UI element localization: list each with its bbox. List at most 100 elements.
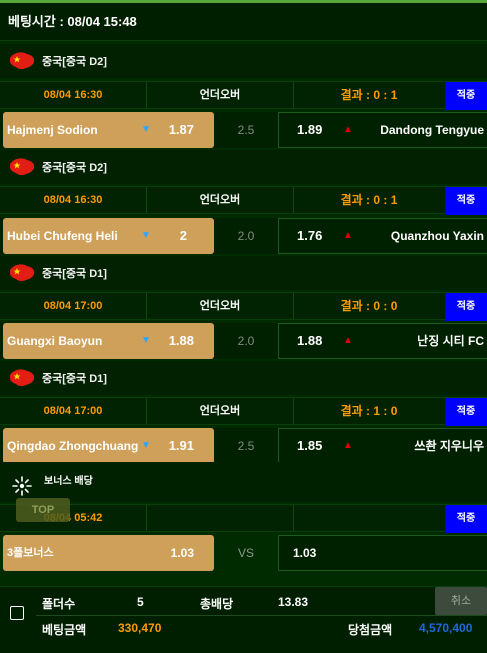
home-bet-cell[interactable]: Hubei Chufeng Heli ▼ 2 (3, 218, 214, 254)
home-bet-cell[interactable]: Hajmenj Sodion ▼ 1.87 (3, 112, 214, 148)
bet-type: 언더오버 (199, 405, 241, 417)
select-checkbox[interactable] (10, 606, 24, 620)
total-odds-label: 총배당 (200, 597, 234, 611)
match-info-row: 08/04 16:30 언더오버 결과 : 0 : 1 적중 (0, 81, 487, 110)
away-bet-cell[interactable]: 1.89 ▲ Dandong Tengyue (278, 112, 487, 148)
china-flag-icon (10, 264, 35, 282)
arrow-up-icon: ▲ (343, 440, 353, 451)
arrow-down-icon: ▼ (141, 335, 151, 346)
apply-status-button[interactable]: 적중 (445, 82, 487, 110)
league-header: 중국[중국 D2] (0, 150, 487, 184)
home-odds: 1.91 (168, 438, 194, 453)
home-team: Hubei Chufeng Heli (7, 229, 118, 243)
match-result: 결과 : 1 : 0 (340, 404, 398, 418)
bonus-home-odds: 1.03 (170, 546, 194, 560)
bonus-away-odds: 1.03 (293, 546, 317, 560)
arrow-up-icon: ▲ (343, 124, 353, 135)
vs-label: VS (237, 546, 254, 560)
league-header: 중국[중국 D2] (0, 44, 487, 78)
divider (146, 505, 147, 531)
bet-type: 언더오버 (199, 300, 241, 312)
bonus-label: 보너스 배당 (44, 476, 93, 487)
china-flag-icon (10, 158, 35, 176)
away-odds: 1.89 (297, 122, 323, 137)
win-amount-value: 4,570,400 (419, 621, 473, 635)
match-date: 08/04 16:30 (43, 89, 103, 101)
away-odds: 1.88 (297, 333, 323, 348)
bonus-header: 보너스 배당 (0, 462, 487, 502)
divider (293, 505, 294, 531)
home-odds: 2 (179, 228, 187, 243)
apply-status-button[interactable]: 적중 (445, 293, 487, 321)
away-team: Quanzhou Yaxin (390, 229, 484, 243)
away-bet-cell[interactable]: 1.85 ▲ 쓰촨 지우니우 (278, 428, 487, 464)
bet-slip-footer: 폴더수 5 총배당 13.83 취소 베팅금액 330,470 당첨금액 4,5… (0, 586, 487, 653)
league-header: 중국[중국 D1] (0, 256, 487, 290)
handicap-value: 2.0 (237, 334, 255, 348)
match-info-row: 08/04 16:30 언더오버 결과 : 0 : 1 적중 (0, 186, 487, 215)
sparkle-icon (12, 476, 32, 496)
handicap-value: 2.0 (237, 229, 255, 243)
bet-type: 언더오버 (199, 89, 241, 101)
home-bet-cell[interactable]: Guangxi Baoyun ▼ 1.88 (3, 323, 214, 359)
league-name: 중국[중국 D2] (42, 56, 107, 68)
away-odds: 1.85 (297, 438, 323, 453)
bonus-info-row: 08/04 05:42 적중 (0, 504, 487, 533)
arrow-down-icon: ▼ (141, 440, 151, 451)
home-odds: 1.88 (168, 333, 194, 348)
match-info-row: 08/04 17:00 언더오버 결과 : 1 : 0 적중 (0, 397, 487, 426)
match-date: 08/04 17:00 (43, 300, 103, 312)
bonus-home-label: 3폴보너스 (7, 547, 54, 559)
match-info-row: 08/04 17:00 언더오버 결과 : 0 : 0 적중 (0, 292, 487, 321)
arrow-down-icon: ▼ (141, 124, 151, 135)
home-team: Guangxi Baoyun (7, 334, 103, 348)
bet-type: 언더오버 (199, 194, 241, 206)
total-odds-value: 13.83 (278, 595, 309, 609)
home-team: Qingdao Zhongchuang (7, 439, 139, 453)
match-date: 08/04 16:30 (43, 194, 103, 206)
home-team: Hajmenj Sodion (7, 123, 98, 137)
home-odds: 1.87 (168, 122, 194, 137)
home-bet-cell[interactable]: Qingdao Zhongchuang ▼ 1.91 (3, 428, 214, 464)
odds-row: Hubei Chufeng Heli ▼ 2 2.0 1.76 ▲ Quanzh… (0, 218, 487, 254)
apply-status-button[interactable]: 적중 (445, 398, 487, 426)
arrow-up-icon: ▲ (343, 230, 353, 241)
folder-count-label: 폴더수 (42, 597, 76, 611)
odds-row: Hajmenj Sodion ▼ 1.87 2.5 1.89 ▲ Dandong… (0, 112, 487, 148)
win-amount-label: 당첨금액 (348, 623, 393, 637)
bonus-away-cell[interactable]: 1.03 (278, 535, 487, 571)
odds-row: Qingdao Zhongchuang ▼ 1.91 2.5 1.85 ▲ 쓰촨… (0, 428, 487, 464)
china-flag-icon (10, 52, 35, 70)
apply-status-button[interactable]: 적중 (445, 187, 487, 215)
divider (36, 615, 487, 616)
league-name: 중국[중국 D1] (42, 373, 107, 385)
away-team: Dandong Tengyue (380, 123, 484, 137)
scroll-top-button[interactable]: TOP (16, 498, 70, 522)
away-bet-cell[interactable]: 1.76 ▲ Quanzhou Yaxin (278, 218, 487, 254)
league-name: 중국[중국 D2] (42, 162, 107, 174)
cancel-button[interactable]: 취소 (435, 587, 487, 615)
bet-time: 베팅시간 : 08/04 15:48 (0, 3, 487, 41)
arrow-down-icon: ▼ (141, 230, 151, 241)
away-team: 난징 시티 FC (417, 334, 484, 348)
handicap-value: 2.5 (237, 439, 255, 453)
handicap-value: 2.5 (237, 123, 255, 137)
match-result: 결과 : 0 : 0 (340, 299, 398, 313)
odds-row: Guangxi Baoyun ▼ 1.88 2.0 1.88 ▲ 난징 시티 F… (0, 323, 487, 359)
bonus-odds-row: 3폴보너스 1.03 VS 1.03 (0, 535, 487, 571)
away-bet-cell[interactable]: 1.88 ▲ 난징 시티 FC (278, 323, 487, 359)
bonus-home-cell[interactable]: 3폴보너스 1.03 (3, 535, 214, 571)
league-name: 중국[중국 D1] (42, 268, 107, 280)
folder-count-value: 5 (137, 595, 144, 609)
apply-status-button[interactable]: 적중 (445, 505, 487, 533)
china-flag-icon (10, 369, 35, 387)
bet-amount-label: 베팅금액 (42, 623, 87, 637)
match-result: 결과 : 0 : 1 (340, 88, 398, 102)
match-date: 08/04 17:00 (43, 405, 103, 417)
arrow-up-icon: ▲ (343, 335, 353, 346)
match-result: 결과 : 0 : 1 (340, 193, 398, 207)
bet-amount-value: 330,470 (118, 621, 162, 635)
league-header: 중국[중국 D1] (0, 361, 487, 395)
away-odds: 1.76 (297, 228, 323, 243)
away-team: 쓰촨 지우니우 (414, 439, 484, 453)
